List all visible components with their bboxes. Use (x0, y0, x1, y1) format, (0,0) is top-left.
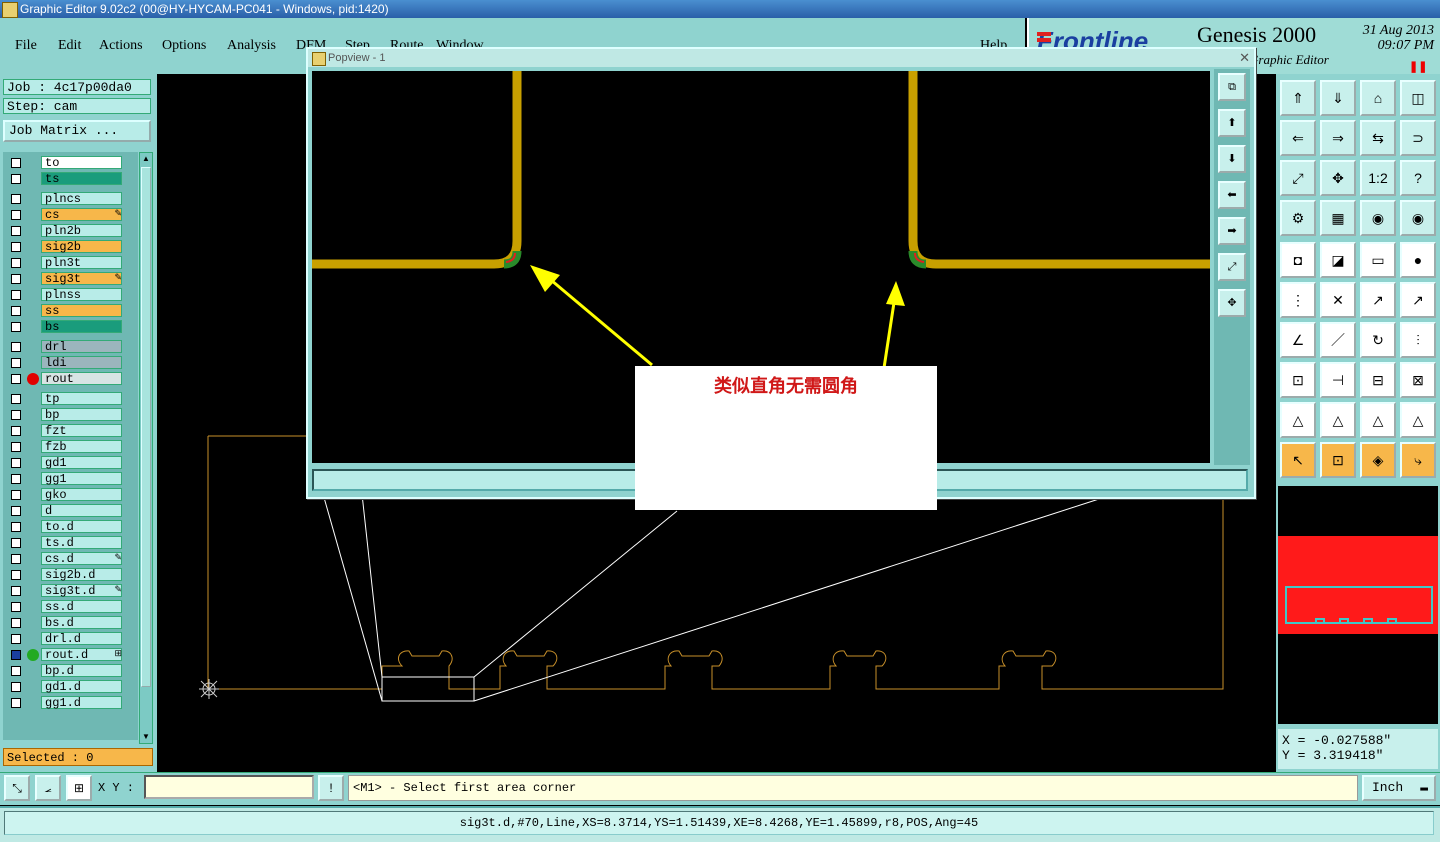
minimap-drawing (1278, 536, 1438, 634)
select-icon[interactable]: ↖ (1280, 442, 1316, 478)
feature-info: sig3t.d,#70,Line,XS=8.3714,YS=1.51439,XE… (4, 811, 1434, 835)
home-icon[interactable]: ⌂ (1360, 80, 1396, 116)
measure-angle-icon[interactable]: ◪ (1320, 242, 1356, 278)
coord-x: X = -0.027588" (1282, 733, 1392, 748)
ruler-icon[interactable]: ▭ (1360, 242, 1396, 278)
snap-icon[interactable]: ⤡ (4, 775, 30, 801)
fit-icon[interactable]: ⤢ (1280, 160, 1316, 196)
shape-icon[interactable]: ⊠ (1400, 362, 1436, 398)
move-icon[interactable]: ↗ (1360, 282, 1396, 318)
select-box-icon[interactable]: ⊡ (1320, 442, 1356, 478)
scale-icon[interactable]: 1:2 (1360, 160, 1396, 196)
snap-icon[interactable]: ⊡ (1280, 362, 1316, 398)
right-toolbox: ⇑ ⇓ ⌂ ◫ ⇐ ⇒ ⇆ ⊃ ⤢ ✥ 1:2? ⚙ ▦ ◉ ◉ ◘ ◪ ▭ ● ⋮ ✕ ↗ ↗ ∠ ／ ↻ ⫶ ⊡ ⊣ ⊟ ⊠ △ △ △ △ ↖ ⊡… (1276, 74, 1440, 774)
select-area-icon[interactable]: ◈ (1360, 442, 1396, 478)
layer-red-icon[interactable]: ◉ (1360, 200, 1396, 236)
annotation-text: 类似直角无需圆角 (714, 376, 858, 396)
pan-left-icon[interactable]: ⇐ (1280, 120, 1316, 156)
measure-icon[interactable]: ⦟ (35, 775, 61, 801)
line-icon[interactable]: ∠ (1280, 322, 1316, 358)
xy-label: X Y : (98, 781, 135, 795)
chevron-down-icon: ▬ (1420, 780, 1428, 795)
alert-icon[interactable]: ! (318, 775, 344, 801)
triangle-icon[interactable]: △ (1280, 402, 1316, 438)
zoom-page-icon[interactable]: ⇓ (1320, 80, 1356, 116)
route-icon[interactable]: ⤷ (1400, 442, 1436, 478)
grid-icon[interactable]: ▦ (1320, 200, 1356, 236)
cursor-coordinates: X = -0.027588" Y = 3.319418" (1278, 729, 1438, 769)
annotation-note: 类似直角无需圆角 (635, 366, 937, 510)
pan-right-icon[interactable]: ⇒ (1320, 120, 1356, 156)
prompt-message: <M1> - Select first area corner (348, 775, 1358, 801)
layer-red2-icon[interactable]: ◉ (1400, 200, 1436, 236)
xy-input[interactable] (144, 775, 314, 799)
add-feature-icon[interactable]: ◘ (1280, 242, 1316, 278)
command-bar: ⤡ ⦟ ⊞ X Y : ! <M1> - Select first area c… (0, 772, 1440, 805)
units-value: Inch (1372, 780, 1404, 795)
status-bar: sig3t.d,#70,Line,XS=8.3714,YS=1.51439,XE… (0, 806, 1440, 842)
connect-icon[interactable]: ⋮ (1280, 282, 1316, 318)
triangle2-icon[interactable]: △ (1320, 402, 1356, 438)
grid-snap-icon[interactable]: ⊞ (66, 775, 92, 801)
dimension-icon[interactable]: ⊟ (1360, 362, 1396, 398)
break-icon[interactable]: ⊣ (1320, 362, 1356, 398)
center-icon[interactable]: ✥ (1320, 160, 1356, 196)
minimap[interactable] (1278, 486, 1438, 724)
triangle4-icon[interactable]: △ (1400, 402, 1436, 438)
split-view-icon[interactable]: ◫ (1400, 80, 1436, 116)
pad-icon[interactable]: ● (1400, 242, 1436, 278)
line2-icon[interactable]: ／ (1320, 322, 1356, 358)
settings-icon[interactable]: ⚙ (1280, 200, 1316, 236)
coord-y: Y = 3.319418" (1282, 748, 1384, 763)
units-select[interactable]: Inch ▬ (1362, 775, 1436, 801)
text-icon[interactable]: ⫶ (1400, 322, 1436, 358)
triangle3-icon[interactable]: △ (1360, 402, 1396, 438)
delete-icon[interactable]: ✕ (1320, 282, 1356, 318)
help-icon[interactable]: ? (1400, 160, 1436, 196)
copy-icon[interactable]: ↗ (1400, 282, 1436, 318)
zoom-home-icon[interactable]: ⇑ (1280, 80, 1316, 116)
rotate-icon[interactable]: ⊃ (1400, 120, 1436, 156)
mirror-icon[interactable]: ⇆ (1360, 120, 1396, 156)
arc-icon[interactable]: ↻ (1360, 322, 1396, 358)
